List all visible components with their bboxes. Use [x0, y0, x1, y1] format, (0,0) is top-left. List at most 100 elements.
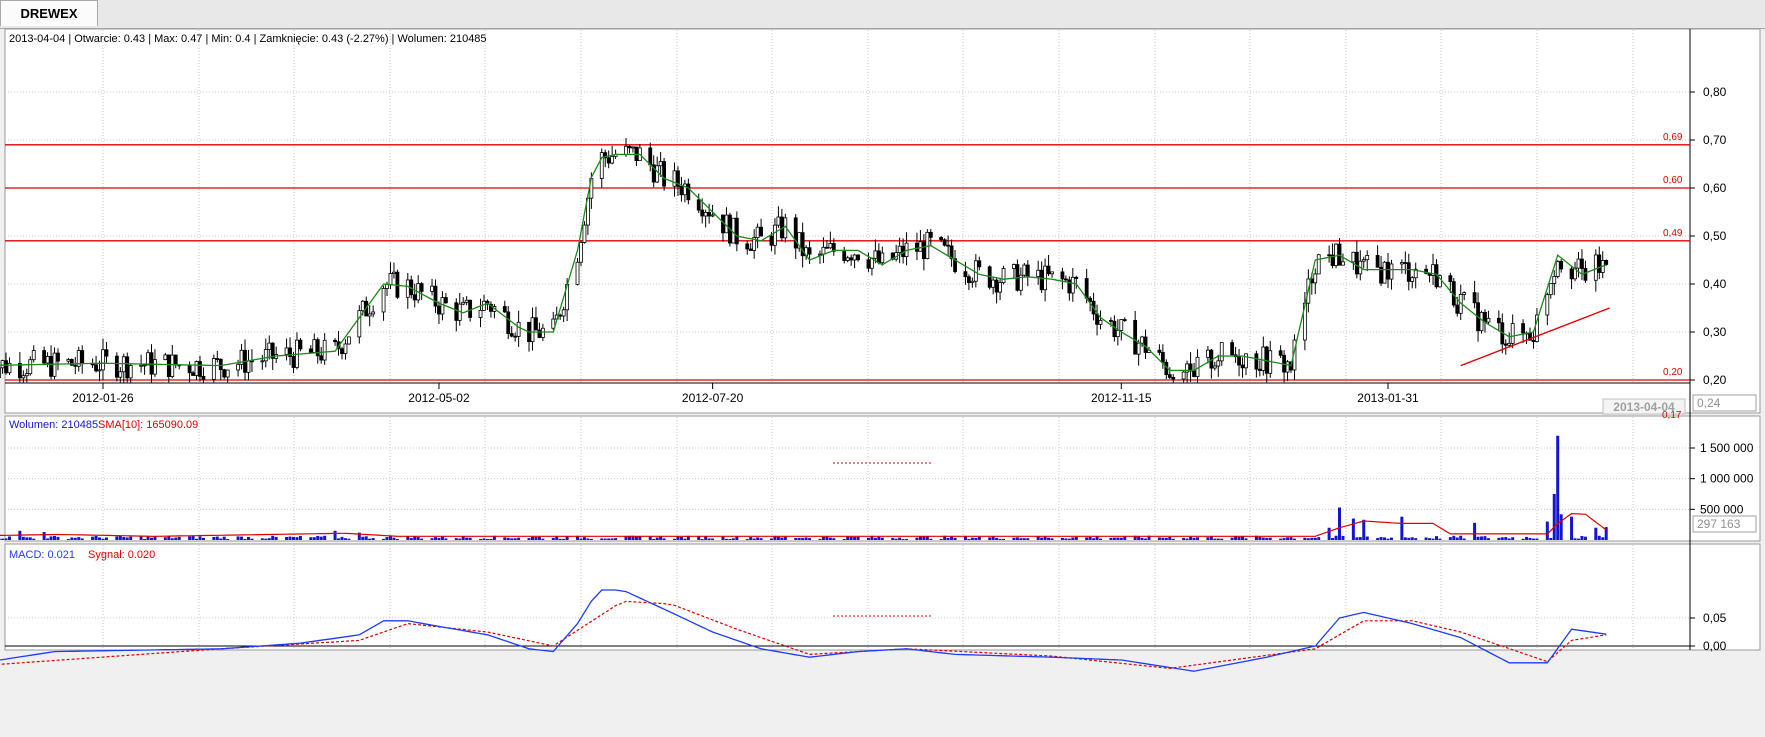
volume-bar[interactable] — [506, 537, 510, 540]
candle-body[interactable] — [1341, 261, 1345, 266]
volume-bar[interactable] — [143, 539, 147, 541]
volume-bar[interactable] — [222, 536, 226, 540]
volume-bar[interactable] — [1026, 538, 1030, 540]
volume-bar[interactable] — [662, 538, 666, 540]
volume-bar[interactable] — [1358, 537, 1362, 540]
volume-bar[interactable] — [215, 536, 219, 540]
volume-bar[interactable] — [589, 538, 593, 540]
candle-body[interactable] — [755, 226, 760, 238]
volume-bar[interactable] — [655, 537, 659, 540]
tab-drewex[interactable]: DREWEX — [0, 0, 98, 26]
volume-bar[interactable] — [413, 536, 417, 540]
candle-body[interactable] — [845, 257, 850, 261]
candle-body[interactable] — [793, 217, 798, 249]
candle-body[interactable] — [928, 231, 933, 238]
candle-body[interactable] — [1022, 264, 1027, 276]
candle-body[interactable] — [371, 311, 376, 315]
candle-body[interactable] — [582, 224, 587, 243]
candle-body[interactable] — [360, 300, 365, 312]
candle-body[interactable] — [312, 339, 317, 353]
volume-bar[interactable] — [873, 537, 877, 540]
volume-bar[interactable] — [818, 538, 822, 540]
candle-body[interactable] — [1192, 370, 1196, 377]
candle-body[interactable] — [513, 335, 518, 338]
volume-bar[interactable] — [1452, 535, 1456, 540]
candle-body[interactable] — [260, 360, 265, 363]
candle-body[interactable] — [624, 145, 628, 155]
volume-bar[interactable] — [849, 536, 853, 540]
volume-bar[interactable] — [1268, 537, 1272, 540]
candle-body[interactable] — [1486, 317, 1491, 323]
volume-bar[interactable] — [420, 538, 424, 540]
candle-body[interactable] — [461, 301, 466, 305]
candle-body[interactable] — [1410, 277, 1415, 282]
candle-body[interactable] — [1559, 260, 1564, 270]
volume-bar[interactable] — [1317, 537, 1321, 540]
candle-body[interactable] — [1205, 349, 1210, 358]
candle-body[interactable] — [1455, 304, 1460, 314]
candle-body[interactable] — [1462, 292, 1467, 295]
candle-body[interactable] — [1084, 278, 1089, 299]
candle-body[interactable] — [222, 369, 227, 378]
candle-body[interactable] — [1039, 269, 1044, 291]
volume-bar[interactable] — [430, 538, 434, 540]
volume-bar[interactable] — [170, 538, 174, 540]
candle-body[interactable] — [1109, 319, 1113, 322]
candle-body[interactable] — [745, 243, 750, 250]
volume-bar[interactable] — [853, 536, 857, 540]
volume-bar[interactable] — [409, 538, 413, 540]
candle-body[interactable] — [1240, 364, 1245, 369]
candle-body[interactable] — [56, 352, 60, 362]
volume-bar[interactable] — [285, 536, 289, 540]
candle-body[interactable] — [128, 365, 133, 379]
volume-bar[interactable] — [541, 538, 545, 540]
candle-body[interactable] — [153, 359, 157, 375]
volume-bar[interactable] — [1327, 527, 1331, 540]
candle-body[interactable] — [1382, 261, 1387, 284]
candle-body[interactable] — [991, 279, 996, 288]
volume-bar[interactable] — [769, 538, 773, 540]
candle-body[interactable] — [1216, 360, 1221, 367]
volume-bar[interactable] — [749, 537, 753, 540]
volume-bar[interactable] — [1341, 535, 1345, 540]
volume-bar[interactable] — [1504, 537, 1508, 540]
candle-body[interactable] — [1510, 323, 1515, 344]
candle-body[interactable] — [866, 259, 871, 269]
volume-bar[interactable] — [866, 537, 870, 540]
volume-bar[interactable] — [163, 537, 167, 540]
candle-body[interactable] — [322, 339, 327, 361]
candle-body[interactable] — [94, 364, 98, 372]
candle-body[interactable] — [1555, 260, 1560, 277]
volume-bar[interactable] — [1060, 537, 1064, 540]
candle-body[interactable] — [385, 284, 389, 289]
candle-body[interactable] — [1552, 276, 1557, 284]
volume-bar[interactable] — [1386, 538, 1390, 540]
volume-bar[interactable] — [977, 536, 981, 540]
volume-bar[interactable] — [534, 537, 538, 540]
volume-bar[interactable] — [721, 536, 725, 540]
volume-bar[interactable] — [1237, 536, 1241, 540]
candle-body[interactable] — [149, 352, 154, 375]
candle-body[interactable] — [291, 356, 296, 368]
candle-body[interactable] — [610, 155, 615, 164]
candle-body[interactable] — [876, 250, 881, 264]
candle-body[interactable] — [672, 170, 677, 187]
candle-body[interactable] — [1122, 319, 1127, 321]
volume-bar[interactable] — [21, 536, 25, 540]
volume-bar[interactable] — [1119, 537, 1123, 540]
candle-body[interactable] — [1597, 254, 1602, 273]
volume-bar[interactable] — [1448, 537, 1452, 540]
candle-body[interactable] — [211, 358, 216, 380]
volume-bar[interactable] — [551, 537, 555, 540]
volume-bar[interactable] — [298, 535, 302, 540]
volume-bar[interactable] — [323, 535, 327, 540]
volume-bar[interactable] — [319, 536, 323, 540]
candle-body[interactable] — [748, 248, 753, 251]
volume-bar[interactable] — [1157, 537, 1161, 540]
candle-body[interactable] — [118, 371, 123, 378]
volume-bar[interactable] — [1414, 538, 1418, 540]
candle-body[interactable] — [842, 250, 847, 261]
volume-bar[interactable] — [607, 538, 611, 540]
candle-body[interactable] — [1025, 264, 1030, 277]
volume-bar[interactable] — [503, 537, 507, 540]
